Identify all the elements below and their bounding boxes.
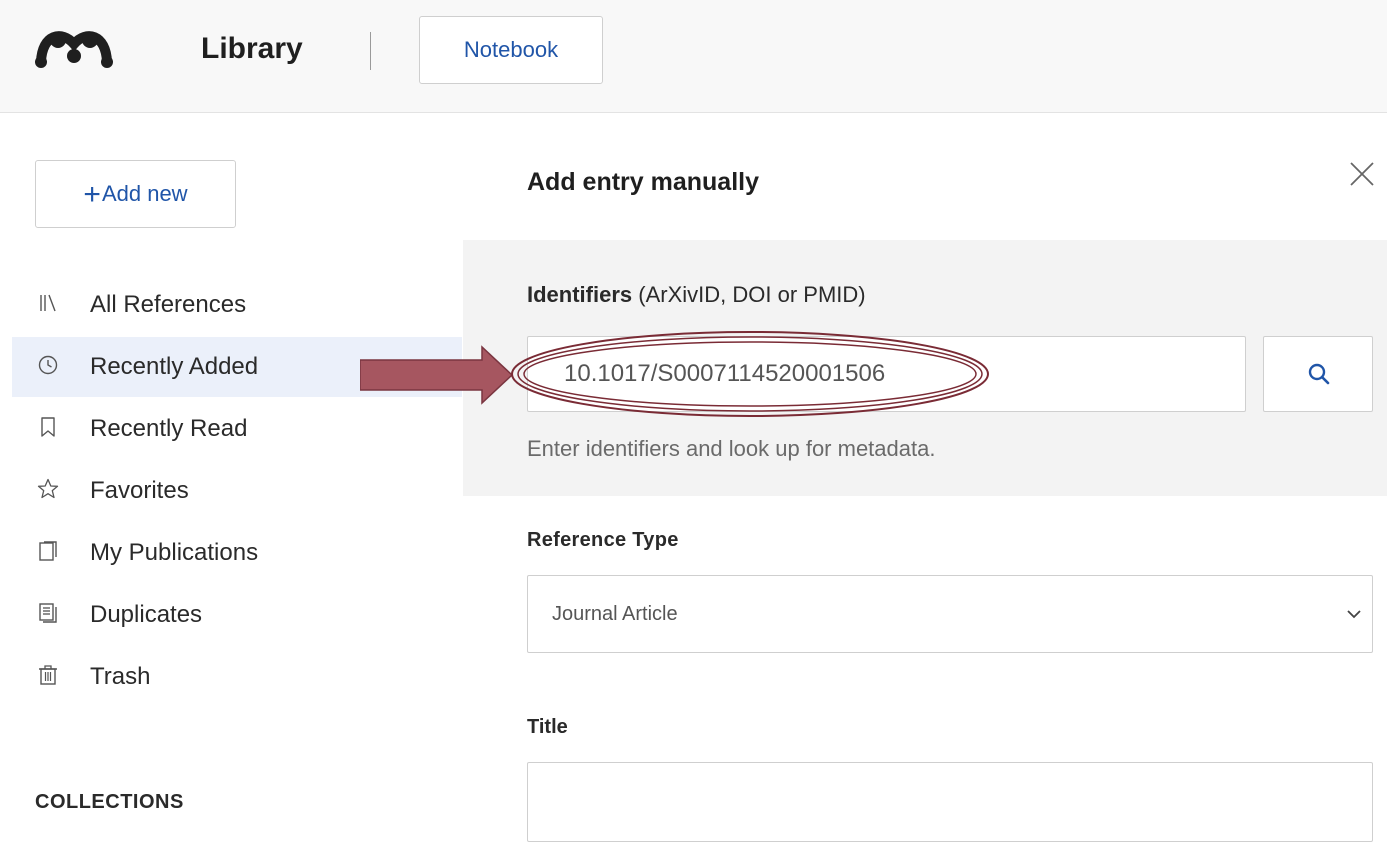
star-icon bbox=[37, 478, 59, 499]
bookmark-icon bbox=[41, 417, 55, 437]
mendeley-logo[interactable] bbox=[34, 26, 114, 72]
reference-type-select[interactable]: Journal Article bbox=[527, 575, 1373, 653]
sidebar-item-label: Recently Read bbox=[90, 415, 248, 442]
identifiers-label: Identifiers (ArXivID, DOI or PMID) bbox=[527, 282, 866, 308]
annotation-ellipse bbox=[511, 331, 989, 417]
library-icon bbox=[40, 294, 56, 312]
sidebar-item-label: Duplicates bbox=[90, 601, 203, 628]
lookup-button[interactable] bbox=[1263, 336, 1373, 412]
clock-icon bbox=[38, 355, 58, 375]
panel-title: Add entry manually bbox=[527, 168, 759, 196]
identifiers-label-bold: Identifiers bbox=[527, 282, 633, 307]
sidebar-item-favorites[interactable]: Favorites bbox=[12, 461, 462, 521]
identifiers-label-hint: (ArXivID, DOI or PMID) bbox=[632, 282, 866, 307]
top-bar: Library Notebook bbox=[0, 0, 1387, 113]
title-label: Title bbox=[527, 716, 568, 738]
search-icon bbox=[1308, 363, 1330, 385]
plus-icon: + bbox=[83, 178, 101, 211]
header-divider bbox=[370, 32, 371, 70]
title-input[interactable] bbox=[527, 762, 1373, 842]
close-icon[interactable] bbox=[1347, 159, 1377, 189]
sidebar-item-my-publications[interactable]: My Publications bbox=[12, 523, 462, 583]
add-new-button[interactable]: +Add new bbox=[35, 160, 236, 228]
trash-icon bbox=[39, 665, 57, 685]
sidebar-item-trash[interactable]: Trash bbox=[12, 647, 462, 707]
sidebar-item-all-references[interactable]: All References bbox=[12, 275, 462, 335]
sidebar-item-recently-read[interactable]: Recently Read bbox=[12, 399, 462, 459]
sidebar-item-label: Recently Added bbox=[90, 353, 259, 380]
reference-type-label: Reference Type bbox=[527, 529, 679, 551]
chevron-down-icon bbox=[1347, 610, 1361, 619]
reference-type-value: Journal Article bbox=[552, 603, 678, 625]
sidebar-item-label: Trash bbox=[90, 663, 151, 690]
tab-notebook[interactable]: Notebook bbox=[419, 16, 603, 84]
add-entry-panel: Add entry manually Identifiers (ArXivID,… bbox=[463, 113, 1387, 842]
sidebar-item-label: My Publications bbox=[90, 539, 259, 566]
sidebar: +Add new All References Recently Added R… bbox=[0, 113, 462, 830]
sidebar-item-label: Favorites bbox=[90, 477, 189, 504]
publications-icon bbox=[39, 541, 57, 561]
identifiers-help-text: Enter identifiers and look up for metada… bbox=[527, 436, 936, 461]
duplicates-icon bbox=[39, 603, 57, 623]
sidebar-item-label: All References bbox=[90, 291, 247, 318]
add-new-label: Add new bbox=[101, 181, 188, 206]
sidebar-item-duplicates[interactable]: Duplicates bbox=[12, 585, 462, 645]
annotation-arrow bbox=[360, 345, 514, 405]
collections-heading: COLLECTIONS bbox=[35, 791, 184, 813]
app-title: Library bbox=[201, 32, 303, 65]
